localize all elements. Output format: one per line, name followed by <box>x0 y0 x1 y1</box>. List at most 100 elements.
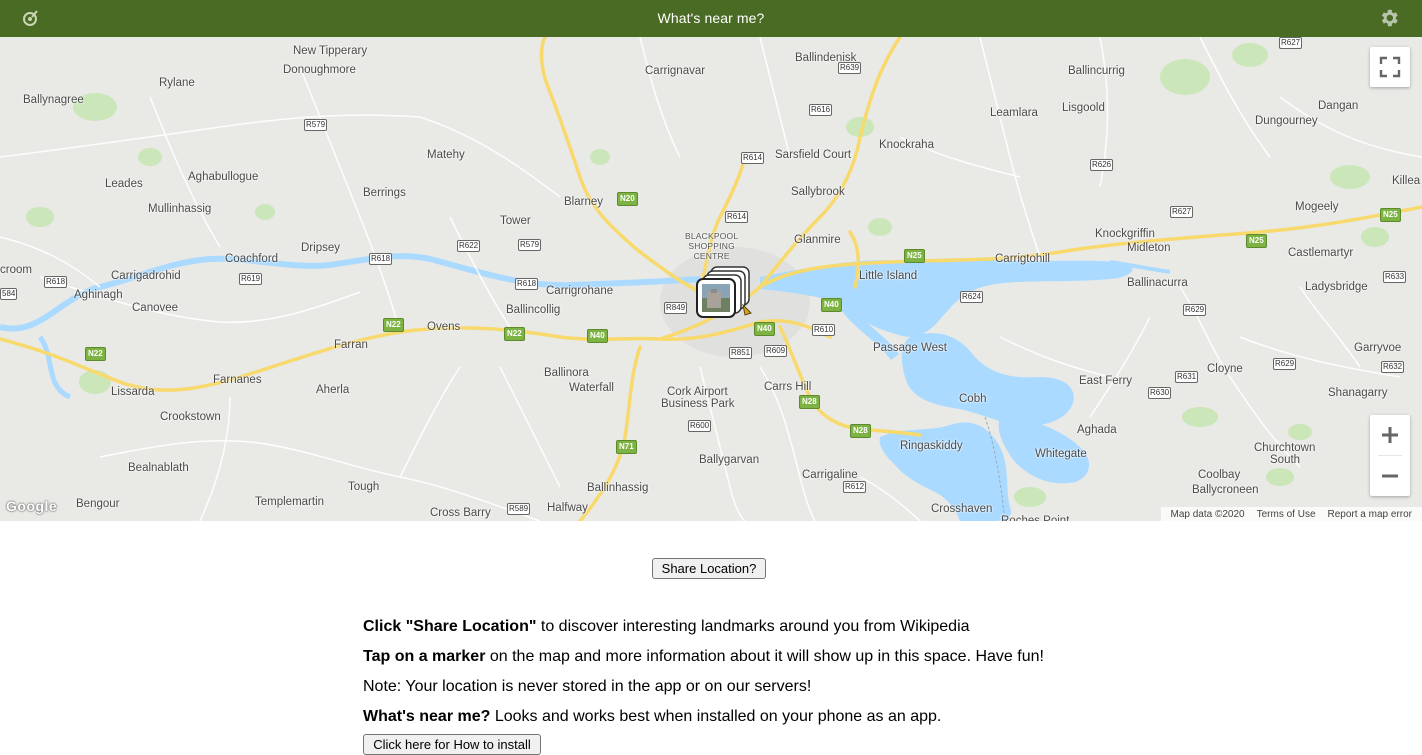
place-label: Crookstown <box>160 411 221 423</box>
regional-road-shield: R622 <box>457 240 481 252</box>
regional-road-shield: R579 <box>304 119 328 131</box>
photo-marker-icon[interactable] <box>693 265 763 327</box>
regional-road-shield: R631 <box>1175 371 1199 383</box>
map-data-notice: Map data ©2020 <box>1170 508 1245 520</box>
fullscreen-icon <box>1379 56 1401 78</box>
national-road-shield: N22 <box>383 318 404 332</box>
place-label: Carrigaline <box>802 469 858 481</box>
place-label: Aghabullogue <box>188 171 259 183</box>
regional-road-shield: R849 <box>664 302 688 314</box>
place-label: Leamlara <box>990 107 1038 119</box>
landmark-marker-cluster[interactable] <box>693 265 763 327</box>
place-label: Cobh <box>959 393 987 405</box>
place-label: Killea <box>1392 175 1421 187</box>
place-label: Knockraha <box>879 139 934 151</box>
instructions: Click "Share Location" to discover inter… <box>363 612 1044 732</box>
place-label: Carrigtohill <box>995 253 1050 265</box>
place-label: Coolbay <box>1198 469 1241 481</box>
national-road-shield: N25 <box>1246 234 1267 248</box>
map-view[interactable]: New Tipperary Donoughmore Rylane Ballynagre… <box>0 37 1422 521</box>
regional-road-shield: R614 <box>725 211 749 223</box>
place-label: Sarsfield Court <box>775 149 852 161</box>
place-label: Ballynagree <box>23 94 84 106</box>
regional-road-shield: R610 <box>812 324 836 336</box>
place-label: Berrings <box>363 187 406 199</box>
place-label: Ovens <box>427 321 461 333</box>
place-label: Dangan <box>1318 100 1359 112</box>
regional-road-shield: R632 <box>1381 361 1405 373</box>
place-label: Templemartin <box>255 496 325 508</box>
place-label: Matehy <box>427 149 465 161</box>
regional-road-shield: R600 <box>688 420 712 432</box>
place-label: Farnanes <box>213 374 262 386</box>
national-road-shield: N25 <box>904 249 925 263</box>
place-label: Ballinhassig <box>587 482 649 494</box>
minus-icon <box>1382 474 1398 478</box>
place-label: Mogeely <box>1295 201 1339 213</box>
shopping-centre-label-line: CENTRE <box>693 251 730 261</box>
shopping-centre-label-line: BLACKPOOL <box>685 231 739 241</box>
regional-road-shield: R627 <box>1279 37 1303 49</box>
place-label: Rylane <box>159 77 195 89</box>
place-label: Tough <box>348 481 380 493</box>
place-label: Carrigrohane <box>546 285 614 297</box>
regional-road-shield: R619 <box>239 273 263 285</box>
national-road-shield: N22 <box>85 347 106 361</box>
regional-road-shield: R616 <box>809 104 833 116</box>
place-label: Ballinora <box>544 367 589 379</box>
place-label: Carrigadrohid <box>111 270 181 282</box>
national-road-shield: N28 <box>799 395 820 409</box>
zoom-in-button[interactable] <box>1370 415 1410 455</box>
regional-road-shield: R618 <box>515 278 539 290</box>
how-to-install-button[interactable]: Click here for How to install <box>363 734 541 755</box>
terms-of-use-link[interactable]: Terms of Use <box>1257 509 1316 520</box>
report-map-error-link[interactable]: Report a map error <box>1328 509 1412 520</box>
place-label: East Ferry <box>1079 375 1133 387</box>
place-label: Roches Point <box>1001 515 1070 521</box>
app-header: What's near me? <box>0 0 1422 37</box>
place-label: Halfway <box>547 502 588 514</box>
zoom-out-button[interactable] <box>1370 456 1410 496</box>
instruction-1-text: to discover interesting landmarks around… <box>536 618 970 635</box>
place-label: Aghinagh <box>74 289 123 301</box>
regional-road-shield: R618 <box>369 253 393 265</box>
place-label: Dripsey <box>301 242 340 254</box>
gear-icon[interactable] <box>1378 7 1400 29</box>
regional-road-shield: R612 <box>843 481 867 493</box>
place-label: Little Island <box>859 270 918 282</box>
regional-road-shield: R609 <box>764 345 788 357</box>
place-label: New Tipperary <box>293 45 368 57</box>
place-label: croom <box>0 264 32 276</box>
place-label: Dungourney <box>1255 115 1318 127</box>
privacy-note: Note: Your location is never stored in t… <box>363 678 812 695</box>
place-label: Shanagarry <box>1328 387 1388 399</box>
place-label: Blarney <box>564 196 603 208</box>
place-label: Aherla <box>316 384 350 396</box>
instruction-1-bold: Click "Share Location" <box>363 618 537 635</box>
place-label: South <box>1270 454 1301 466</box>
regional-road-shield: R624 <box>960 291 984 303</box>
app-title: What's near me? <box>657 10 765 26</box>
place-label: Farran <box>334 339 368 351</box>
instruction-2-text: on the map and more information about it… <box>485 648 1044 665</box>
shopping-centre-label-line: SHOPPING <box>688 241 735 251</box>
fullscreen-button[interactable] <box>1370 47 1410 87</box>
national-road-shield: N25 <box>1380 208 1401 222</box>
national-road-shield: N28 <box>850 424 871 438</box>
share-location-button[interactable]: Share Location? <box>652 558 766 579</box>
place-label: Ballincollig <box>506 304 561 316</box>
regional-road-shield: R639 <box>838 62 862 74</box>
instruction-line-2: Tap on a marker on the map and more info… <box>363 642 1044 672</box>
place-label: Lisgoold <box>1062 102 1105 114</box>
place-label: Ballycroneen <box>1192 484 1259 496</box>
regional-road-shield: R618 <box>44 276 68 288</box>
national-road-shield: N40 <box>821 298 842 312</box>
regional-road-shield: R579 <box>518 239 542 251</box>
shopping-centre-label: BLACKPOOL SHOPPING CENTRE <box>685 231 738 261</box>
google-logo[interactable]: Google <box>6 498 57 514</box>
instruction-4-text: Looks and works best when installed on y… <box>490 708 942 725</box>
place-label: Whitegate <box>1035 448 1087 460</box>
regional-road-shield: R630 <box>1148 387 1172 399</box>
place-label: Cross Barry <box>430 507 491 519</box>
place-label: Carrs Hill <box>764 381 812 393</box>
